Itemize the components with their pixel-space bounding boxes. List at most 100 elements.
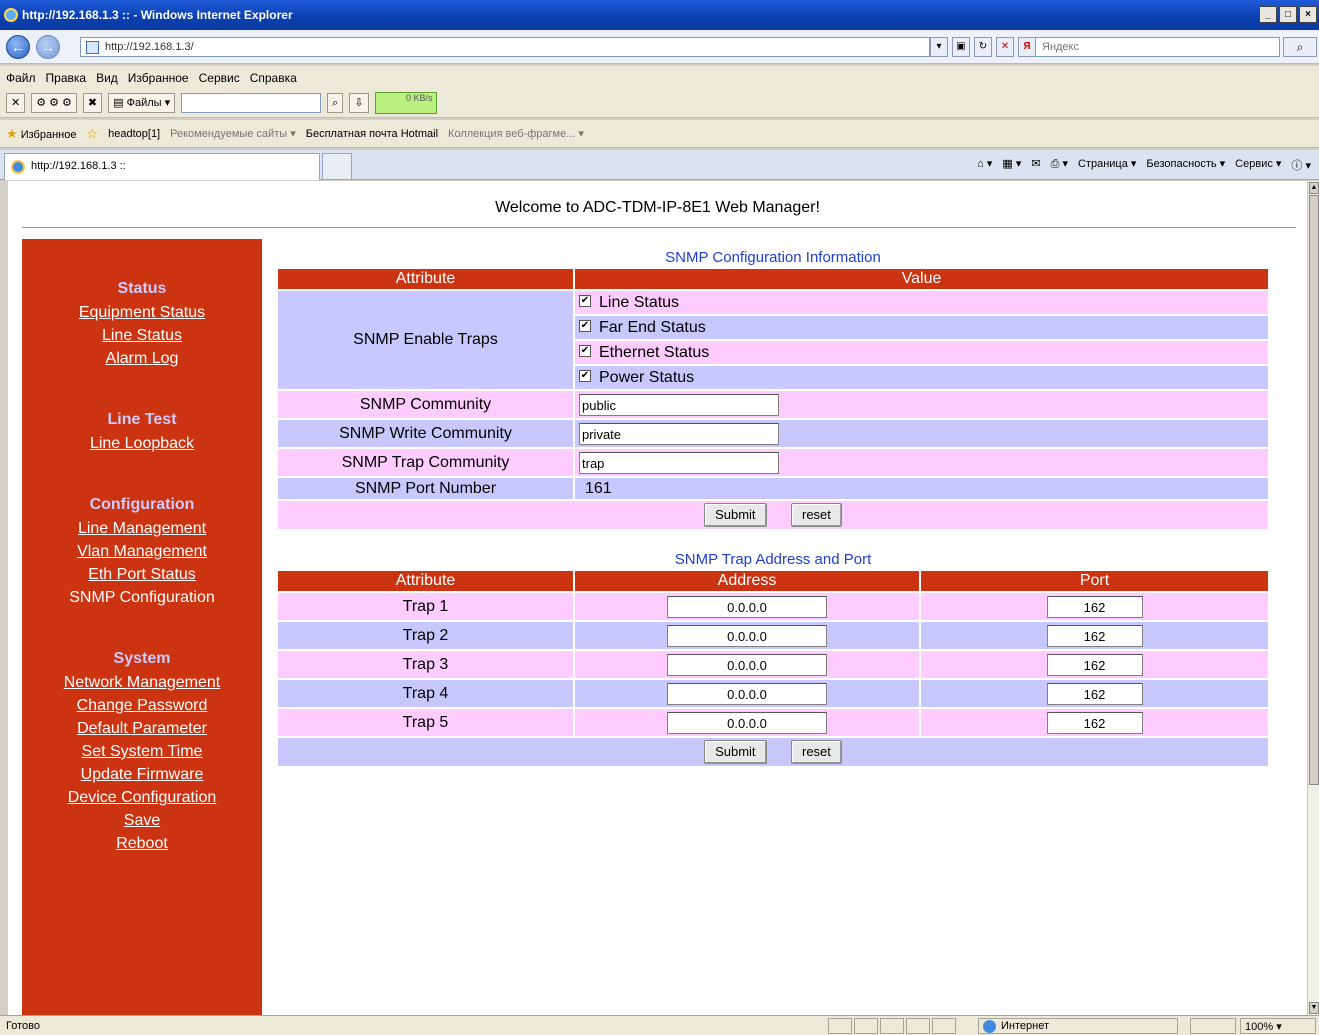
scroll-thumb[interactable] <box>1309 195 1319 785</box>
trap-option-far-end-status[interactable]: ✔ Far End Status <box>575 316 1268 339</box>
page-menu[interactable]: Страница ▾ <box>1078 157 1136 173</box>
checkbox[interactable]: ✔ <box>579 345 591 358</box>
submit-button[interactable]: Submit <box>704 503 767 527</box>
globe-icon <box>983 1020 996 1033</box>
sidebar-link-eth-port-status[interactable]: Eth Port Status <box>22 563 262 586</box>
new-tab-button[interactable] <box>322 153 352 180</box>
print-icon[interactable]: ⎙ ▾ <box>1051 157 1068 173</box>
search-icon[interactable]: ⌕ <box>1283 37 1317 57</box>
trap-address-input[interactable]: 0.0.0.0 <box>667 653 827 676</box>
community-input[interactable]: public <box>579 393 779 416</box>
write-community-input[interactable]: private <box>579 422 779 445</box>
checkbox[interactable]: ✔ <box>579 370 591 383</box>
add-favorite-icon[interactable]: ☆ <box>86 126 98 142</box>
trap-address-input[interactable]: 0.0.0.0 <box>667 682 827 705</box>
trap-address-input[interactable]: 0.0.0.0 <box>667 711 827 734</box>
files-label: Файлы <box>126 96 162 109</box>
trap-submit-button[interactable]: Submit <box>704 740 767 764</box>
sidebar-link-line-status[interactable]: Line Status <box>22 324 262 347</box>
dropdown-arrow-icon[interactable]: ▾ <box>930 37 948 57</box>
sidebar-link-line-management[interactable]: Line Management <box>22 517 262 540</box>
sidebar-link-snmp-configuration[interactable]: SNMP Configuration <box>22 586 262 609</box>
trap-port-input[interactable]: 162 <box>1046 595 1143 618</box>
toolbar-search-icon[interactable]: ⌕ <box>327 92 344 113</box>
trap-port-input[interactable]: 162 <box>1046 653 1143 676</box>
vertical-scrollbar[interactable]: ▲ ▼ <box>1307 181 1319 1015</box>
sidebar-link-alarm-log[interactable]: Alarm Log <box>22 347 262 370</box>
fav-item-headtop[interactable]: headtop[1] <box>108 128 160 140</box>
tab-current[interactable]: http://192.168.1.3 :: <box>4 153 320 180</box>
back-arrow-icon[interactable]: ← <box>6 35 30 59</box>
trap-option-ethernet-status[interactable]: ✔ Ethernet Status <box>575 341 1268 364</box>
sidebar-link-default-parameter[interactable]: Default Parameter <box>22 717 262 740</box>
menu-help[interactable]: Справка <box>250 71 297 85</box>
sidebar-link-vlan-management[interactable]: Vlan Management <box>22 540 262 563</box>
trap-address-input[interactable]: 0.0.0.0 <box>667 624 827 647</box>
trap-address-input[interactable]: 0.0.0.0 <box>667 595 827 618</box>
trap-option-line-status[interactable]: ✔ Line Status <box>575 291 1268 314</box>
scroll-down-arrow-icon[interactable]: ▼ <box>1309 1002 1319 1014</box>
search-input[interactable]: Яндекс <box>1035 37 1280 57</box>
help-icon[interactable]: ⓘ ▾ <box>1291 157 1311 173</box>
menu-file[interactable]: Файл <box>6 71 36 85</box>
forward-arrow-icon[interactable]: → <box>36 35 60 59</box>
close-button[interactable]: × <box>1299 6 1317 23</box>
stop-icon[interactable]: ✕ <box>996 37 1014 57</box>
fav-item-suggested[interactable]: Рекомендуемые сайты ▾ <box>170 127 296 140</box>
toolbar-download-icon[interactable]: ⇩ <box>349 92 369 113</box>
maximize-button[interactable]: □ <box>1279 6 1297 23</box>
sidebar-link-save[interactable]: Save <box>22 809 262 832</box>
trap-port-input[interactable]: 162 <box>1046 711 1143 734</box>
files-dropdown[interactable]: ▤ Файлы ▾ <box>108 92 176 113</box>
favorites-button[interactable]: ★ Избранное <box>6 126 76 142</box>
address-input[interactable]: http://192.168.1.3/ <box>80 37 930 57</box>
toolbar-close-icon[interactable]: ✕ <box>6 92 26 113</box>
mail-icon[interactable]: ✉ <box>1031 157 1040 173</box>
sidebar-link-set-system-time[interactable]: Set System Time <box>22 740 262 763</box>
refresh-icon[interactable]: ↻ <box>974 37 992 57</box>
fav-item-webslices[interactable]: Коллекция веб-фрагме... ▾ <box>448 127 584 140</box>
window-title: http://192.168.1.3 :: - Windows Internet… <box>22 8 293 22</box>
checkbox[interactable]: ✔ <box>579 295 591 308</box>
trap-port-input[interactable]: 162 <box>1046 682 1143 705</box>
menu-edit[interactable]: Правка <box>46 71 87 85</box>
trap-community-input[interactable]: trap <box>579 451 779 474</box>
trap-option-power-status[interactable]: ✔ Power Status <box>575 366 1268 389</box>
yandex-icon: Я <box>1018 37 1036 57</box>
menu-favorites[interactable]: Избранное <box>128 71 189 85</box>
sidebar-link-device-configuration[interactable]: Device Configuration <box>22 786 262 809</box>
zoom-control[interactable]: 100% ▾ <box>1240 1018 1316 1034</box>
menu-tools[interactable]: Сервис <box>199 71 240 85</box>
sidebar-link-update-firmware[interactable]: Update Firmware <box>22 763 262 786</box>
write-community-label: SNMP Write Community <box>278 420 575 447</box>
sidebar-link-network-management[interactable]: Network Management <box>22 671 262 694</box>
reset-button[interactable]: reset <box>791 503 842 527</box>
fav-item-hotmail[interactable]: Бесплатная почта Hotmail <box>306 128 438 140</box>
home-icon[interactable]: ⌂ ▾ <box>977 157 992 173</box>
security-zone[interactable]: Интернет <box>978 1018 1178 1034</box>
sidebar-link-change-password[interactable]: Change Password <box>22 694 262 717</box>
scroll-up-arrow-icon[interactable]: ▲ <box>1309 182 1319 194</box>
sidebar-link-equipment-status[interactable]: Equipment Status <box>22 301 262 324</box>
checkbox[interactable]: ✔ <box>579 320 591 333</box>
sidebar-link-line-loopback[interactable]: Line Loopback <box>22 432 262 455</box>
sidebar-link-reboot[interactable]: Reboot <box>22 832 262 855</box>
compatibility-icon[interactable]: ▣ <box>952 37 970 57</box>
safety-menu[interactable]: Безопасность ▾ <box>1146 157 1225 173</box>
toolbar-tools-icon[interactable]: ⚙ ⚙ ⚙ <box>31 92 77 113</box>
toolbar-pointer-icon[interactable]: ✖ <box>82 92 103 113</box>
feeds-icon[interactable]: ▦ ▾ <box>1002 157 1021 173</box>
address-row: ← → http://192.168.1.3/ ▾ ▣ ↻ ✕ Я Яндекс… <box>0 30 1319 64</box>
protected-mode-icon[interactable] <box>1190 1018 1236 1034</box>
window-controls: _ □ × <box>1259 6 1317 23</box>
zone-label: Интернет <box>1001 1020 1049 1032</box>
checkbox-label: Power Status <box>599 368 695 386</box>
menu-view[interactable]: Вид <box>96 71 118 85</box>
status-text: Готово <box>6 1020 40 1032</box>
star-icon: ★ <box>6 125 18 141</box>
trap-reset-button[interactable]: reset <box>791 740 842 764</box>
tools-menu[interactable]: Сервис ▾ <box>1235 157 1281 173</box>
minimize-button[interactable]: _ <box>1259 6 1277 23</box>
toolbar-select[interactable] <box>181 92 322 113</box>
trap-port-input[interactable]: 162 <box>1046 624 1143 647</box>
